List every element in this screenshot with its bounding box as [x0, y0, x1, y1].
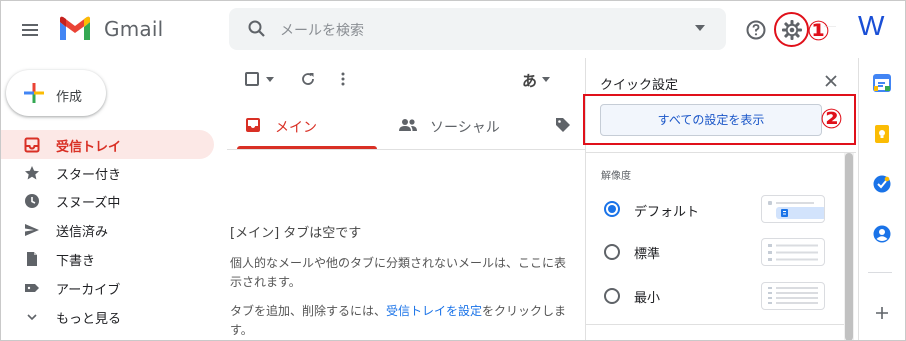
tab-main-label: メイン	[275, 120, 317, 136]
sidebar-item-label: 受信トレイ	[56, 140, 122, 155]
tasks-icon[interactable]	[872, 174, 892, 194]
inbox-icon	[245, 117, 261, 133]
annotation-circle	[774, 12, 809, 47]
density-label-compact: 最小	[634, 291, 661, 306]
add-addon-icon[interactable]	[872, 303, 892, 323]
star-icon	[24, 165, 40, 181]
select-all-checkbox[interactable]	[245, 72, 259, 86]
calendar-icon[interactable]	[872, 73, 892, 93]
empty-tab-title: [メイン] タブは空です	[230, 226, 362, 241]
density-preview-compact[interactable]	[761, 282, 825, 310]
search-options-icon[interactable]	[694, 24, 706, 32]
all-settings-button[interactable]: すべての設定を表示	[600, 104, 822, 136]
sidebar-item-drafts[interactable]: 下書き	[56, 250, 95, 269]
refresh-icon[interactable]	[300, 71, 316, 87]
quick-settings-divider	[586, 324, 844, 325]
inbox-icon	[24, 137, 40, 153]
sidebar-item-archive[interactable]: アーカイブ	[56, 279, 120, 298]
tag-icon[interactable]	[555, 117, 571, 133]
density-radio-compact[interactable]	[604, 288, 620, 304]
configure-inbox-link[interactable]: 受信トレイを設定	[386, 304, 482, 318]
sidebar-item-more[interactable]: もっと見る	[56, 308, 121, 327]
label-icon	[24, 280, 40, 296]
side-panel-separator	[868, 272, 892, 273]
main-menu-icon[interactable]	[18, 18, 42, 42]
select-options-icon[interactable]	[266, 77, 274, 82]
density-radio-standard[interactable]	[604, 244, 620, 260]
help-icon[interactable]	[744, 18, 768, 42]
scrollbar-thumb[interactable]	[845, 153, 853, 341]
empty-tab-help: タブを追加、削除するには、受信トレイを設定をクリックします。	[230, 302, 575, 340]
quick-settings-title: クイック設定	[600, 78, 679, 93]
search-icon[interactable]	[247, 19, 267, 39]
people-icon	[399, 118, 417, 132]
chevron-down-icon	[24, 309, 40, 325]
compose-label: 作成	[56, 90, 83, 105]
tab-social-label: ソーシャル	[430, 120, 500, 136]
search-input[interactable]: メールを検索	[280, 20, 364, 40]
density-radio-default[interactable]	[604, 201, 620, 217]
density-label-default: デフォルト	[634, 205, 700, 220]
contacts-icon[interactable]	[872, 224, 892, 244]
clock-icon	[24, 193, 40, 209]
draft-icon	[24, 251, 40, 267]
input-tool-button[interactable]: あ	[522, 70, 537, 91]
sidebar-item-starred[interactable]: スター付き	[56, 164, 121, 183]
annotation-number-2: ②	[820, 104, 843, 135]
density-preview-standard[interactable]	[761, 238, 825, 266]
keep-icon[interactable]	[872, 124, 892, 144]
app-name: Gmail	[104, 17, 164, 41]
account-avatar[interactable]: W	[858, 10, 884, 42]
plus-icon	[22, 81, 46, 105]
more-vert-icon[interactable]	[340, 71, 346, 87]
density-section-title: 解像度	[601, 171, 631, 182]
sidebar-item-snoozed[interactable]: スヌーズ中	[56, 192, 120, 211]
close-icon[interactable]	[824, 74, 838, 88]
apps-caption: ……	[824, 22, 836, 29]
tabs-divider	[227, 149, 585, 150]
quick-settings-divider	[586, 152, 856, 153]
sidebar-item-sent[interactable]: 送信済み	[56, 221, 108, 240]
side-panel-divider	[858, 58, 859, 341]
density-label-standard: 標準	[634, 247, 661, 262]
gmail-logo-icon[interactable]	[58, 16, 92, 42]
density-preview-default[interactable]	[761, 195, 825, 223]
help-text-start: タブを追加、削除するには、	[230, 304, 387, 318]
empty-tab-body: 個人的なメールや他のタブに分類されないメールは、ここに表示されます。	[230, 256, 567, 289]
input-tool-caret-icon[interactable]	[542, 77, 550, 82]
send-icon	[24, 222, 40, 238]
